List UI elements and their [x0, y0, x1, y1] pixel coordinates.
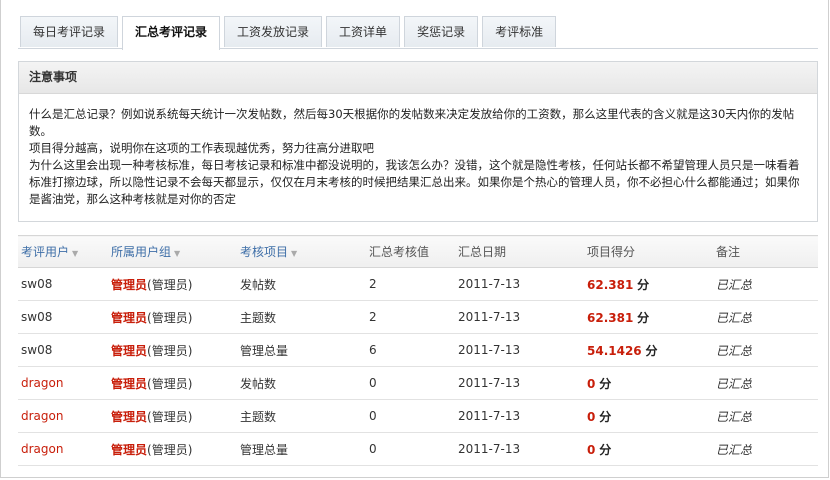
cell-group: 管理员(管理员) [108, 432, 237, 466]
cell-date: 2011-7-13 [455, 432, 584, 466]
cell-user[interactable]: sw08 [18, 333, 108, 367]
table-row: sw08 管理员(管理员) 主题数 2 2011-7-13 62.381 分 已… [18, 300, 818, 334]
cell-group: 管理员(管理员) [108, 399, 237, 433]
cell-value: 0 [366, 366, 455, 400]
cell-remark: 已汇总 [713, 300, 818, 334]
sort-down-icon: ▼ [291, 249, 298, 258]
cell-item: 管理总量 [237, 432, 366, 466]
cell-date: 2011-7-13 [455, 333, 584, 367]
column-header-value: 汇总考核值 [366, 235, 455, 268]
tab-summary-review[interactable]: 汇总考评记录 [122, 16, 221, 50]
tab-review-standard[interactable]: 考评标准 [482, 16, 557, 47]
cell-date: 2011-7-13 [455, 300, 584, 334]
notice-title: 注意事项 [19, 62, 817, 94]
cell-score: 62.381 分 [584, 267, 713, 301]
cell-item: 发帖数 [237, 366, 366, 400]
notice-panel: 注意事项 什么是汇总记录？例如说系统每天统计一次发帖数，然后每30天根据你的发帖… [18, 61, 818, 222]
column-header-item[interactable]: 考核项目 ▼ [237, 235, 366, 268]
cell-user[interactable]: sw08 [18, 300, 108, 334]
tab-bar: 每日考评记录 汇总考评记录 工资发放记录 工资详单 奖惩记录 考评标准 [20, 16, 560, 50]
cell-value: 0 [366, 399, 455, 433]
tab-reward-punishment[interactable]: 奖惩记录 [404, 16, 479, 47]
cell-score: 0 分 [584, 432, 713, 466]
cell-value: 0 [366, 432, 455, 466]
cell-remark: 已汇总 [713, 366, 818, 400]
table-row: dragon 管理员(管理员) 发帖数 0 2011-7-13 0 分 已汇总 [18, 366, 818, 400]
table-row: dragon 管理员(管理员) 管理总量 0 2011-7-13 0 分 已汇总 [18, 432, 818, 466]
cell-item: 主题数 [237, 300, 366, 334]
cell-date: 2011-7-13 [455, 366, 584, 400]
column-header-group[interactable]: 所属用户组 ▼ [108, 235, 237, 268]
notice-line: 什么是汇总记录？例如说系统每天统计一次发帖数，然后每30天根据你的发帖数来决定发… [29, 107, 795, 138]
cell-item: 主题数 [237, 399, 366, 433]
cell-value: 6 [366, 333, 455, 367]
cell-remark: 已汇总 [713, 267, 818, 301]
table-row: dragon 管理员(管理员) 主题数 0 2011-7-13 0 分 已汇总 [18, 399, 818, 433]
cell-score: 0 分 [584, 399, 713, 433]
cell-remark: 已汇总 [713, 399, 818, 433]
cell-user[interactable]: dragon [18, 366, 108, 400]
cell-item: 发帖数 [237, 267, 366, 301]
cell-date: 2011-7-13 [455, 399, 584, 433]
cell-score: 62.381 分 [584, 300, 713, 334]
sort-down-icon: ▼ [72, 249, 79, 258]
cell-score: 54.1426 分 [584, 333, 713, 367]
cell-group: 管理员(管理员) [108, 300, 237, 334]
cell-group: 管理员(管理员) [108, 366, 237, 400]
notice-body: 什么是汇总记录？例如说系统每天统计一次发帖数，然后每30天根据你的发帖数来决定发… [19, 94, 817, 208]
notice-line: 项目得分越高，说明你在这项的工作表现越优秀，努力往高分进取吧 [29, 141, 374, 155]
tab-salary-detail[interactable]: 工资详单 [326, 16, 401, 47]
cell-group: 管理员(管理员) [108, 267, 237, 301]
notice-line: 为什么这里会出现一种考核标准，每日考核记录和标准中都没说明的，我该怎么办？没错，… [29, 158, 800, 206]
cell-value: 2 [366, 267, 455, 301]
cell-user[interactable]: dragon [18, 399, 108, 433]
column-header-user[interactable]: 考评用户 ▼ [18, 235, 108, 268]
cell-score: 0 分 [584, 366, 713, 400]
table-row: sw08 管理员(管理员) 发帖数 2 2011-7-13 62.381 分 已… [18, 267, 818, 301]
table-header-row: 考评用户 ▼ 所属用户组 ▼ 考核项目 ▼ 汇总考核值 汇总日期 项目得分 备注 [18, 235, 818, 268]
tab-daily-review[interactable]: 每日考评记录 [20, 16, 119, 47]
cell-remark: 已汇总 [713, 333, 818, 367]
column-header-remark: 备注 [713, 235, 818, 268]
tab-salary-payment[interactable]: 工资发放记录 [224, 16, 323, 47]
cell-date: 2011-7-13 [455, 267, 584, 301]
cell-user[interactable]: sw08 [18, 267, 108, 301]
cell-item: 管理总量 [237, 333, 366, 367]
cell-value: 2 [366, 300, 455, 334]
summary-table: 考评用户 ▼ 所属用户组 ▼ 考核项目 ▼ 汇总考核值 汇总日期 项目得分 备注 sw… [18, 235, 818, 466]
table-row: sw08 管理员(管理员) 管理总量 6 2011-7-13 54.1426 分… [18, 333, 818, 367]
column-header-date: 汇总日期 [455, 235, 584, 268]
cell-user[interactable]: dragon [18, 432, 108, 466]
cell-remark: 已汇总 [713, 432, 818, 466]
sort-down-icon: ▼ [174, 249, 181, 258]
cell-group: 管理员(管理员) [108, 333, 237, 367]
column-header-score: 项目得分 [584, 235, 713, 268]
